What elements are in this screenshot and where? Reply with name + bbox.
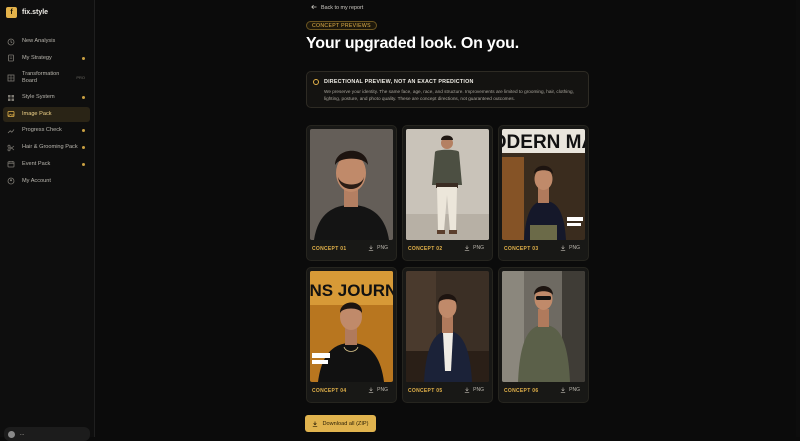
download-all-button[interactable]: Download all (ZIP): [305, 415, 376, 432]
back-link-label: Back to my report: [321, 5, 364, 11]
sidebar-item-image-pack[interactable]: Image Pack: [3, 106, 90, 122]
sidebar-item-label: Transformation Board: [22, 70, 60, 84]
status-dot: [82, 96, 85, 100]
sidebar: f fix.style New Analysis My Strategy Tra…: [0, 0, 95, 441]
sidebar-item-label: New Analysis: [22, 38, 56, 44]
cover-title: ODERN MA: [502, 132, 585, 153]
download-icon: [560, 245, 566, 251]
download-png-button[interactable]: PNG: [464, 387, 484, 393]
sidebar-item-label: Image Pack: [22, 110, 52, 117]
concept-card: CONCEPT 02 PNG: [402, 125, 493, 261]
sidebar-item-my-strategy[interactable]: My Strategy: [3, 51, 90, 66]
download-png-button[interactable]: PNG: [464, 245, 484, 251]
download-png-button[interactable]: PNG: [560, 245, 580, 251]
concept-image[interactable]: [310, 129, 393, 240]
sidebar-item-label: Hair & Grooming Pack: [22, 144, 78, 151]
scissors-icon: [7, 144, 15, 152]
user-icon: [7, 177, 15, 185]
download-format: PNG: [569, 245, 580, 251]
board-icon: [7, 74, 15, 82]
download-icon: [368, 245, 374, 251]
download-format: PNG: [473, 245, 484, 251]
status-dot: [82, 146, 85, 150]
concept-label: CONCEPT 02: [408, 246, 443, 252]
download-format: PNG: [377, 245, 388, 251]
document-icon: [7, 54, 15, 62]
concept-card: CONCEPT 06 PNG: [498, 267, 589, 403]
concept-label: CONCEPT 05: [408, 388, 443, 394]
download-format: PNG: [473, 387, 484, 393]
concept-card: IENS JOURNA CONCEPT 04 PNG: [306, 267, 397, 403]
account-email: ...: [20, 431, 25, 437]
sidebar-item-my-account[interactable]: My Account: [3, 174, 90, 189]
download-icon: [560, 387, 566, 393]
download-all-label: Download all (ZIP): [322, 420, 369, 427]
sidebar-item-style-system[interactable]: Style System: [3, 90, 90, 105]
concept-image[interactable]: [406, 271, 489, 382]
concept-label: CONCEPT 06: [504, 388, 539, 394]
concept-image[interactable]: ODERN MA: [502, 129, 585, 240]
concept-card: CONCEPT 05 PNG: [402, 267, 493, 403]
download-png-button[interactable]: PNG: [368, 245, 388, 251]
download-icon: [464, 245, 470, 251]
image-icon: [7, 110, 15, 118]
concept-label: CONCEPT 04: [312, 388, 347, 394]
back-link[interactable]: Back to my report: [311, 4, 363, 12]
grid-icon: [7, 94, 15, 102]
sidebar-item-label: Style System: [22, 94, 55, 101]
concept-image[interactable]: IENS JOURNA: [310, 271, 393, 382]
section-eyebrow: CONCEPT PREVIEWS: [306, 21, 377, 30]
info-icon: [313, 79, 319, 85]
account-chip[interactable]: ...: [4, 427, 90, 441]
calendar-icon: [7, 160, 15, 168]
notice-title: DIRECTIONAL PREVIEW, NOT AN EXACT PREDIC…: [324, 79, 474, 85]
sidebar-item-label: My Account: [22, 177, 51, 184]
arrow-left-icon: [311, 4, 317, 12]
pro-badge: PRO: [76, 75, 85, 81]
concept-card: CONCEPT 01 PNG: [306, 125, 397, 261]
scrollbar[interactable]: [796, 0, 800, 437]
download-format: PNG: [377, 387, 388, 393]
sidebar-item-hair-grooming-pack[interactable]: Hair & Grooming Pack: [3, 140, 90, 155]
disclaimer-notice: DIRECTIONAL PREVIEW, NOT AN EXACT PREDIC…: [306, 71, 589, 108]
page-title: Your upgraded look. On you.: [306, 35, 519, 52]
status-dot: [82, 162, 85, 166]
download-format: PNG: [569, 387, 580, 393]
sidebar-item-label: Event Pack: [22, 160, 51, 167]
download-icon: [464, 387, 470, 393]
sidebar-item-label: My Strategy: [22, 54, 52, 61]
sidebar-item-transformation-board[interactable]: Transformation Board PRO: [3, 67, 90, 88]
brand[interactable]: f fix.style: [6, 7, 48, 18]
cover-title: IENS JOURNA: [310, 281, 393, 300]
sidebar-nav: New Analysis My Strategy Transformation …: [3, 34, 90, 190]
sidebar-item-event-pack[interactable]: Event Pack: [3, 157, 90, 172]
concept-label: CONCEPT 03: [504, 246, 539, 252]
trend-icon: [7, 127, 15, 135]
notice-body: We preserve your identity. The same face…: [324, 89, 574, 101]
brand-name: fix.style: [22, 9, 49, 16]
download-icon: [368, 387, 374, 393]
download-png-button[interactable]: PNG: [368, 387, 388, 393]
concept-image[interactable]: [406, 129, 489, 240]
history-icon: [7, 38, 15, 46]
brand-logo: f: [6, 7, 17, 18]
status-dot: [82, 129, 85, 133]
download-png-button[interactable]: PNG: [560, 387, 580, 393]
status-dot: [82, 56, 85, 60]
concept-card: ODERN MA CONCEPT 03 PNG: [498, 125, 589, 261]
avatar: [8, 430, 15, 438]
sidebar-item-progress-check[interactable]: Progress Check: [3, 123, 90, 138]
sidebar-item-new-analysis[interactable]: New Analysis: [3, 34, 90, 49]
sidebar-item-label: Progress Check: [22, 127, 62, 134]
download-icon: [313, 421, 318, 427]
concept-image[interactable]: [502, 271, 585, 382]
concept-label: CONCEPT 01: [312, 246, 347, 252]
